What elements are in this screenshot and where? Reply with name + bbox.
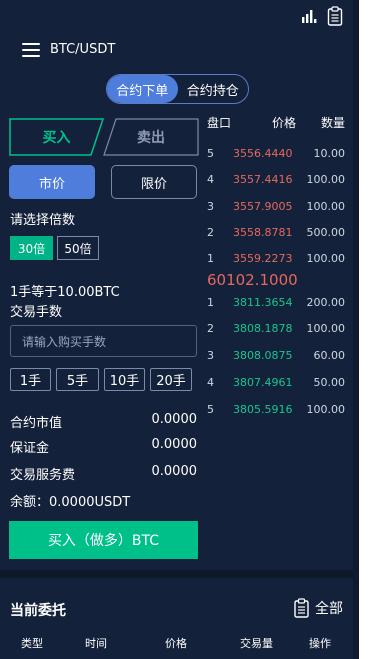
bid-qty: 200.00 xyxy=(306,296,346,309)
ask-row[interactable]: 1 3559.2273 100.00 xyxy=(207,252,345,270)
bid-index: 5 xyxy=(207,403,214,416)
trading-screen: BTC/USDT 合约下单 合约持仓 买入 卖出 市价 限价 请选择倍数 30倍… xyxy=(0,0,353,659)
sell-tab-label: 卖出 xyxy=(137,130,165,146)
leverage-30x-button[interactable]: 30倍 xyxy=(10,236,53,260)
ask-row[interactable]: 2 3558.8781 500.00 xyxy=(207,226,345,244)
last-price: 60102.1000 xyxy=(207,271,298,289)
market-price-button[interactable]: 市价 xyxy=(9,165,95,199)
ask-price: 3557.4416 xyxy=(233,173,293,186)
bid-qty: 50.00 xyxy=(313,376,346,389)
qty-title: 交易手数 xyxy=(10,305,63,320)
ask-index: 2 xyxy=(207,226,214,239)
margin-value: 0.0000 xyxy=(151,437,198,452)
bid-index: 4 xyxy=(207,376,214,389)
bid-row[interactable]: 1 3811.3654 200.00 xyxy=(207,296,345,314)
orderbook-header-qty: 数量 xyxy=(321,116,346,130)
qty-5-button[interactable]: 5手 xyxy=(56,368,99,391)
ask-index: 3 xyxy=(207,200,214,213)
buy-long-button[interactable]: 买入（做多）BTC xyxy=(9,521,198,559)
bid-row[interactable]: 3 3808.0875 60.00 xyxy=(207,349,345,367)
bid-price: 3808.0875 xyxy=(233,349,293,362)
ask-price: 3557.9005 xyxy=(233,200,293,213)
bid-row[interactable]: 4 3807.4961 50.00 xyxy=(207,376,345,394)
qty-input[interactable]: 请输入购买手数 xyxy=(10,325,197,357)
bid-qty: 60.00 xyxy=(313,349,346,362)
contract-tab-switch: 合约下单 合约持仓 xyxy=(106,74,249,104)
orders-table-header: 类型 时间 价格 交易量 操作 xyxy=(0,635,353,651)
ask-price: 3559.2273 xyxy=(233,252,293,265)
section-divider xyxy=(0,570,353,578)
qty-1-button[interactable]: 1手 xyxy=(10,368,51,391)
sell-tab[interactable]: 卖出 xyxy=(103,118,199,156)
ask-price: 3556.4440 xyxy=(233,147,293,160)
col-time: 时间 xyxy=(85,637,107,650)
ask-index: 1 xyxy=(207,252,214,265)
bid-price: 3808.1878 xyxy=(233,322,293,335)
bid-index: 3 xyxy=(207,349,214,362)
ask-qty: 100.00 xyxy=(306,200,346,213)
leverage-50x-button[interactable]: 50倍 xyxy=(57,236,99,260)
balance-text: 余额：0.0000USDT xyxy=(10,495,131,510)
header: BTC/USDT xyxy=(22,42,115,57)
contract-value: 0.0000 xyxy=(151,412,198,427)
orderbook-header-price: 价格 xyxy=(272,116,297,130)
bid-qty: 100.00 xyxy=(306,322,346,335)
fee-row: 交易服务费 0.0000 xyxy=(10,464,197,483)
ask-row[interactable]: 3 3557.9005 100.00 xyxy=(207,200,345,218)
col-type: 类型 xyxy=(21,637,43,650)
tab-contract-positions[interactable]: 合约持仓 xyxy=(178,75,249,103)
buy-tab-label: 买入 xyxy=(42,130,71,146)
clipboard-icon xyxy=(294,598,309,618)
bar-chart-icon[interactable] xyxy=(301,8,317,24)
bid-row[interactable]: 5 3805.5916 100.00 xyxy=(207,403,345,421)
pair-title: BTC/USDT xyxy=(50,42,116,57)
orderbook-header-depth: 盘口 xyxy=(207,116,232,130)
bid-qty: 100.00 xyxy=(306,403,346,416)
bid-price: 3811.3654 xyxy=(233,296,293,309)
ask-row[interactable]: 4 3557.4416 100.00 xyxy=(207,173,345,191)
ask-qty: 100.00 xyxy=(306,173,346,186)
contract-value-label: 合约市值 xyxy=(10,416,63,431)
limit-price-button[interactable]: 限价 xyxy=(111,165,197,199)
bid-index: 2 xyxy=(207,322,214,335)
qty-20-button[interactable]: 20手 xyxy=(150,368,192,391)
col-action: 操作 xyxy=(309,637,331,650)
bid-row[interactable]: 2 3808.1878 100.00 xyxy=(207,322,345,340)
current-orders-title: 当前委托 xyxy=(10,603,66,619)
bid-index: 1 xyxy=(207,296,214,309)
qty-10-button[interactable]: 10手 xyxy=(104,368,145,391)
col-price: 价格 xyxy=(165,637,187,650)
ask-qty: 10.00 xyxy=(313,147,346,160)
all-orders-label: 全部 xyxy=(315,601,343,617)
ask-price: 3558.8781 xyxy=(233,226,293,239)
margin-row: 保证金 0.0000 xyxy=(10,437,197,456)
ask-qty: 100.00 xyxy=(306,252,346,265)
bid-price: 3807.4961 xyxy=(233,376,293,389)
col-volume: 交易量 xyxy=(240,637,273,650)
clipboard-icon[interactable] xyxy=(327,6,343,26)
bid-price: 3805.5916 xyxy=(233,403,293,416)
fee-value: 0.0000 xyxy=(151,464,198,479)
ask-index: 5 xyxy=(207,147,214,160)
scrollbar[interactable] xyxy=(353,0,359,659)
ask-row[interactable]: 5 3556.4440 10.00 xyxy=(207,147,345,165)
top-icons xyxy=(301,6,343,26)
leverage-title: 请选择倍数 xyxy=(10,213,76,228)
lot-info: 1手等于10.00BTC xyxy=(10,285,120,300)
all-orders-link[interactable]: 全部 xyxy=(293,598,343,618)
tab-contract-order[interactable]: 合约下单 xyxy=(107,75,178,103)
fee-label: 交易服务费 xyxy=(10,468,76,483)
ask-index: 4 xyxy=(207,173,214,186)
menu-icon[interactable] xyxy=(22,42,40,57)
contract-value-row: 合约市值 0.0000 xyxy=(10,412,197,431)
margin-label: 保证金 xyxy=(10,441,50,456)
ask-qty: 500.00 xyxy=(306,226,346,239)
buy-tab[interactable]: 买入 xyxy=(9,118,105,156)
